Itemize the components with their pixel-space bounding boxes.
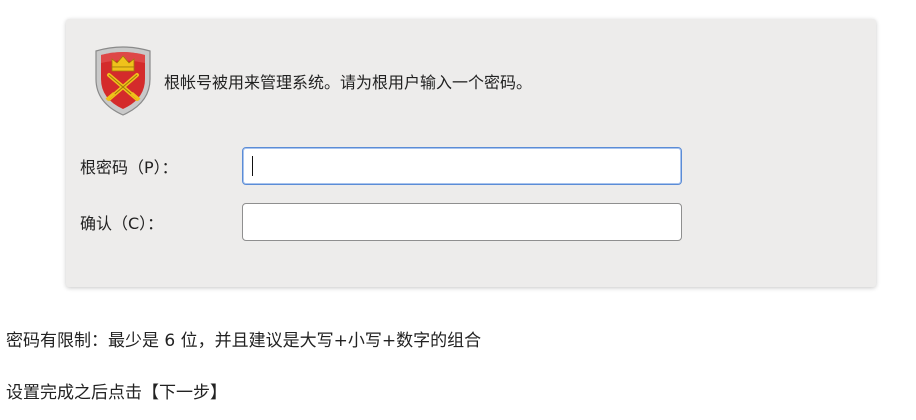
root-password-input[interactable] <box>242 147 682 185</box>
confirm-password-label: 确认（C）： <box>80 214 164 233</box>
dialog-description: 根帐号被用来管理系统。请为根用户输入一个密码。 <box>164 73 533 92</box>
root-password-dialog: 根帐号被用来管理系统。请为根用户输入一个密码。 根密码（P）： 确认（C）： <box>66 19 876 287</box>
next-step-note: 设置完成之后点击【下一步】 <box>6 383 227 403</box>
root-password-label: 根密码（P）： <box>80 158 178 177</box>
root-password-input-wrap <box>242 147 682 185</box>
dialog-header: 根帐号被用来管理系统。请为根用户输入一个密码。 <box>92 45 532 117</box>
confirm-password-input-wrap <box>242 203 682 241</box>
text-caret <box>252 156 253 176</box>
confirm-password-input[interactable] <box>242 203 682 241</box>
password-rule-note: 密码有限制：最少是 6 位，并且建议是大写+小写+数字的组合 <box>6 331 482 351</box>
confirm-password-row: 确认（C）： <box>80 203 682 241</box>
root-shield-icon <box>92 45 154 117</box>
page: 根帐号被用来管理系统。请为根用户输入一个密码。 根密码（P）： 确认（C）： 密… <box>0 0 916 420</box>
root-password-row: 根密码（P）： <box>80 147 682 185</box>
